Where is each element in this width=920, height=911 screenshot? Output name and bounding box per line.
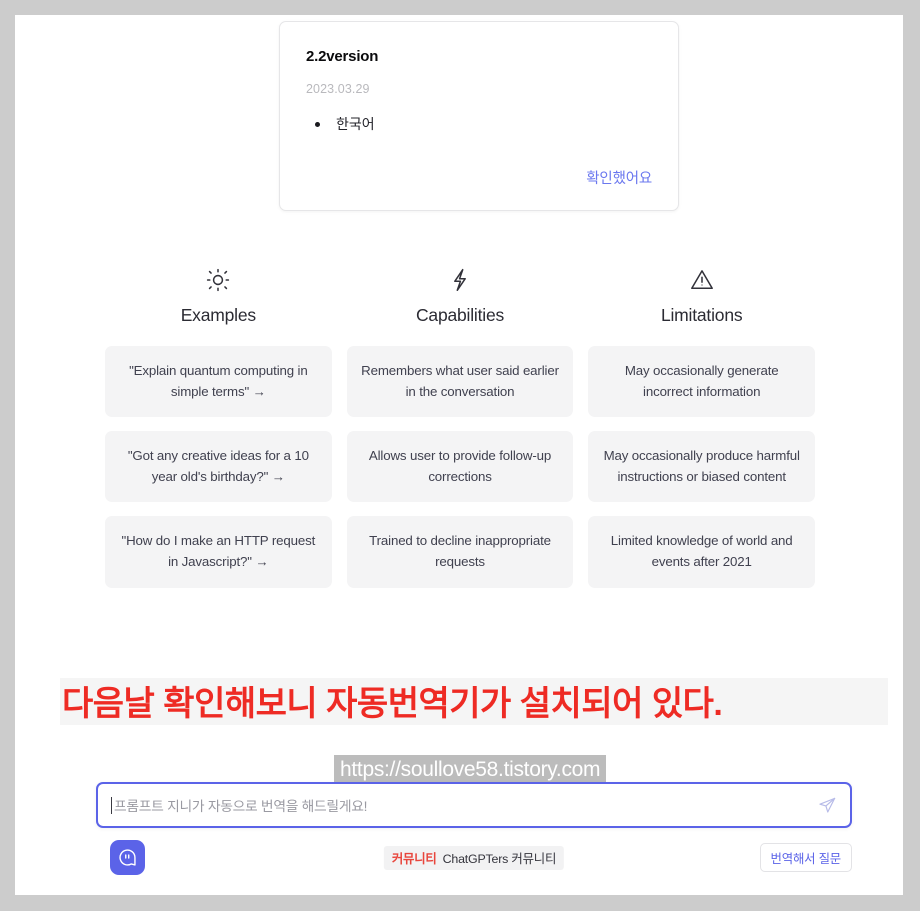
version-confirm-link[interactable]: 확인했어요: [586, 167, 652, 188]
limitation-card-list: May occasionally generate incorrect info…: [588, 346, 816, 588]
chatgpt-page: 2.2version 2023.03.29 한국어 확인했어요 Examples…: [15, 15, 903, 895]
limitation-card: May occasionally generate incorrect info…: [588, 346, 816, 418]
version-update-card: 2.2version 2023.03.29 한국어 확인했어요: [279, 21, 679, 211]
prompt-genie-icon: [117, 847, 138, 868]
capability-card: Remembers what user said earlier in the …: [346, 346, 574, 418]
limitation-card: May occasionally produce harmful instruc…: [588, 431, 816, 503]
annotation-text: 다음날 확인해보니 자동번역기가 설치되어 있다.: [62, 685, 723, 723]
screenshot-frame: 2.2version 2023.03.29 한국어 확인했어요 Examples…: [0, 0, 920, 911]
prompt-input[interactable]: 프롬프트 지니가 자동으로 번역을 해드릴게요!: [114, 795, 818, 815]
column-capabilities: Capabilities Remembers what user said ea…: [346, 267, 574, 588]
community-name: ChatGPTers 커뮤니티: [442, 852, 557, 866]
example-card[interactable]: "Explain quantum computing in simple ter…: [105, 346, 332, 418]
community-badge[interactable]: 커뮤니티 ChatGPTers 커뮤니티: [383, 846, 565, 870]
text-caret: [111, 796, 112, 814]
composer-toolbar: 커뮤니티 ChatGPTers 커뮤니티 번역해서 질문: [96, 840, 852, 876]
send-paper-plane-icon[interactable]: [818, 796, 837, 815]
limitation-card: Limited knowledge of world and events af…: [588, 516, 816, 588]
column-examples: Examples "Explain quantum computing in s…: [105, 267, 332, 588]
sun-icon: [205, 267, 231, 293]
example-card-list: "Explain quantum computing in simple ter…: [105, 346, 332, 588]
column-title: Capabilities: [415, 305, 505, 325]
version-card-list: 한국어: [306, 114, 652, 135]
translate-and-ask-button[interactable]: 번역해서 질문: [759, 843, 852, 872]
warning-triangle-icon: [689, 267, 715, 293]
version-card-date: 2023.03.29: [306, 82, 370, 96]
capability-card-list: Remembers what user said earlier in the …: [346, 346, 574, 588]
watermark-url: https://soullove58.tistory.com: [334, 755, 607, 785]
column-title: Examples: [180, 305, 256, 325]
feature-columns: Examples "Explain quantum computing in s…: [105, 267, 816, 588]
capability-card: Trained to decline inappropriate request…: [346, 516, 574, 588]
prompt-composer[interactable]: 프롬프트 지니가 자동으로 번역을 해드릴게요!: [96, 782, 852, 828]
example-card[interactable]: "Got any creative ideas for a 10 year ol…: [105, 431, 332, 503]
column-limitations: Limitations May occasionally generate in…: [588, 267, 816, 588]
list-item: 한국어: [306, 114, 652, 135]
version-card-title: 2.2version: [306, 48, 379, 65]
column-title: Limitations: [660, 305, 743, 325]
prompt-genie-button[interactable]: [110, 840, 145, 875]
example-card[interactable]: "How do I make an HTTP request in Javasc…: [105, 516, 332, 588]
capability-card: Allows user to provide follow-up correct…: [346, 431, 574, 503]
lightning-bolt-icon: [447, 267, 473, 293]
community-tag: 커뮤니티: [391, 852, 437, 866]
